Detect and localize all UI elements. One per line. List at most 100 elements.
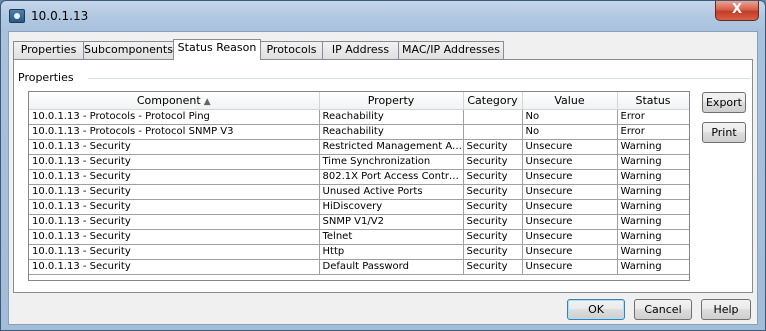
cell-category: Security [463, 229, 523, 245]
column-header-label: Component [136, 93, 201, 107]
cell-category: Security [463, 259, 523, 275]
cell-value: Unsecure [522, 229, 618, 245]
cell-property: Default Password [319, 259, 464, 275]
cell-component: 10.0.1.13 - Protocols - Protocol SNMP V3 [29, 124, 320, 140]
close-button[interactable]: X [715, 1, 759, 21]
cell-value: Unsecure [522, 214, 618, 230]
tab-ip-address[interactable]: IP Address [322, 41, 399, 59]
table-row[interactable]: 10.0.1.13 - Security Default Password Secu… [29, 259, 689, 275]
cell-property: Unused Active Ports [319, 184, 464, 200]
cell-status: Warning [617, 229, 689, 245]
cell-status: Warning [617, 214, 689, 230]
group-divider [88, 78, 750, 79]
export-button[interactable]: Export [702, 92, 746, 113]
tab-mac-ip-addresses[interactable]: MAC/IP Addresses [398, 41, 504, 59]
column-header-value[interactable]: Value [522, 92, 618, 110]
cell-component: 10.0.1.13 - Security [29, 169, 320, 185]
dialog-client-area: Properties Subcomponents Status Reason P… [8, 31, 758, 325]
cell-status: Warning [617, 169, 689, 185]
cell-category: Security [463, 154, 523, 170]
cell-property: Reachability [319, 109, 464, 125]
table-row[interactable]: 10.0.1.13 - Security Telnet Security Unsecu… [29, 229, 689, 245]
print-button-label: Print [711, 126, 737, 139]
cell-status: Warning [617, 139, 689, 155]
cell-value: Unsecure [522, 259, 618, 275]
cell-category: Security [463, 139, 523, 155]
column-header-component[interactable]: Component ▲ [29, 92, 320, 110]
title-bar[interactable]: 10.0.1.13 X [1, 1, 765, 31]
cell-category: Security [463, 199, 523, 215]
cell-property: Reachability [319, 124, 464, 140]
cell-property: Http [319, 244, 464, 260]
cell-status: Warning [617, 199, 689, 215]
cell-property: HiDiscovery [319, 199, 464, 215]
table-row[interactable]: 10.0.1.13 - Security Http Security Unsecure… [29, 244, 689, 260]
cancel-button-label: Cancel [644, 303, 682, 316]
cell-property: SNMP V1/V2 [319, 214, 464, 230]
ok-button[interactable]: OK [567, 299, 625, 320]
cell-category: Security [463, 244, 523, 260]
properties-group-label: Properties [18, 71, 78, 84]
cell-value: Unsecure [522, 169, 618, 185]
table-row[interactable]: 10.0.1.13 - Security Time Synchronization… [29, 154, 689, 170]
cell-value: Unsecure [522, 244, 618, 260]
cell-property: Restricted Management Acc... [319, 139, 464, 155]
device-icon [9, 9, 25, 23]
dialog-window: 10.0.1.13 X Properties Subcomponents Sta… [0, 0, 766, 331]
cell-value: Unsecure [522, 184, 618, 200]
cell-property: Time Synchronization [319, 154, 464, 170]
help-button[interactable]: Help [701, 299, 751, 320]
cell-property: Telnet [319, 229, 464, 245]
table-row[interactable]: 10.0.1.13 - Security Restricted Managemen… [29, 139, 689, 155]
column-header-property[interactable]: Property [319, 92, 464, 110]
cell-category: Security [463, 184, 523, 200]
print-button[interactable]: Print [702, 122, 746, 143]
cell-component: 10.0.1.13 - Security [29, 244, 320, 260]
cell-category: Security [463, 169, 523, 185]
cell-component: 10.0.1.13 - Security [29, 154, 320, 170]
table-row[interactable]: 10.0.1.13 - Security 802.1X Port Access C… [29, 169, 689, 185]
cell-status: Error [617, 109, 689, 125]
column-header-category[interactable]: Category [463, 92, 523, 110]
cell-component: 10.0.1.13 - Security [29, 139, 320, 155]
table-header-row: Component ▲ Property Category Value Statu… [29, 92, 689, 110]
cell-category [463, 124, 523, 140]
cancel-button[interactable]: Cancel [634, 299, 692, 320]
cell-value: Unsecure [522, 154, 618, 170]
cell-category: Security [463, 214, 523, 230]
tab-status-reason[interactable]: Status Reason [173, 39, 261, 60]
cell-component: 10.0.1.13 - Security [29, 184, 320, 200]
table-row[interactable]: 10.0.1.13 - Security HiDiscovery Security U… [29, 199, 689, 215]
cell-value: No [522, 124, 618, 140]
cell-category [463, 109, 523, 125]
window-title: 10.0.1.13 [31, 9, 89, 23]
column-header-status[interactable]: Status [617, 92, 689, 110]
table-row[interactable]: 10.0.1.13 - Security Unused Active Ports S… [29, 184, 689, 200]
cell-status: Warning [617, 244, 689, 260]
cell-value: Unsecure [522, 199, 618, 215]
help-button-label: Help [713, 303, 739, 316]
tab-subcomponents[interactable]: Subcomponents [83, 41, 174, 59]
table-row[interactable]: 10.0.1.13 - Security SNMP V1/V2 Security Un… [29, 214, 689, 230]
table-row[interactable]: 10.0.1.13 - Protocols - Protocol Ping Rea… [29, 109, 689, 125]
table-row[interactable]: 10.0.1.13 - Protocols - Protocol SNMP V3… [29, 124, 689, 140]
cell-component: 10.0.1.13 - Security [29, 229, 320, 245]
cell-component: 10.0.1.13 - Protocols - Protocol Ping [29, 109, 320, 125]
cell-component: 10.0.1.13 - Security [29, 259, 320, 275]
ok-button-label: OK [588, 303, 604, 316]
cell-component: 10.0.1.13 - Security [29, 214, 320, 230]
sort-ascending-icon: ▲ [203, 96, 211, 107]
tab-properties[interactable]: Properties [13, 41, 84, 59]
cell-value: No [522, 109, 618, 125]
cell-property: 802.1X Port Access Control ... [319, 169, 464, 185]
cell-status: Warning [617, 154, 689, 170]
cell-value: Unsecure [522, 139, 618, 155]
cell-status: Error [617, 124, 689, 140]
status-reason-panel: Properties Component ▲ Property Category … [13, 59, 753, 293]
cell-component: 10.0.1.13 - Security [29, 199, 320, 215]
status-table[interactable]: Component ▲ Property Category Value Statu… [28, 91, 690, 281]
tab-protocols[interactable]: Protocols [260, 41, 323, 59]
cell-status: Warning [617, 259, 689, 275]
cell-status: Warning [617, 184, 689, 200]
export-button-label: Export [705, 96, 742, 109]
